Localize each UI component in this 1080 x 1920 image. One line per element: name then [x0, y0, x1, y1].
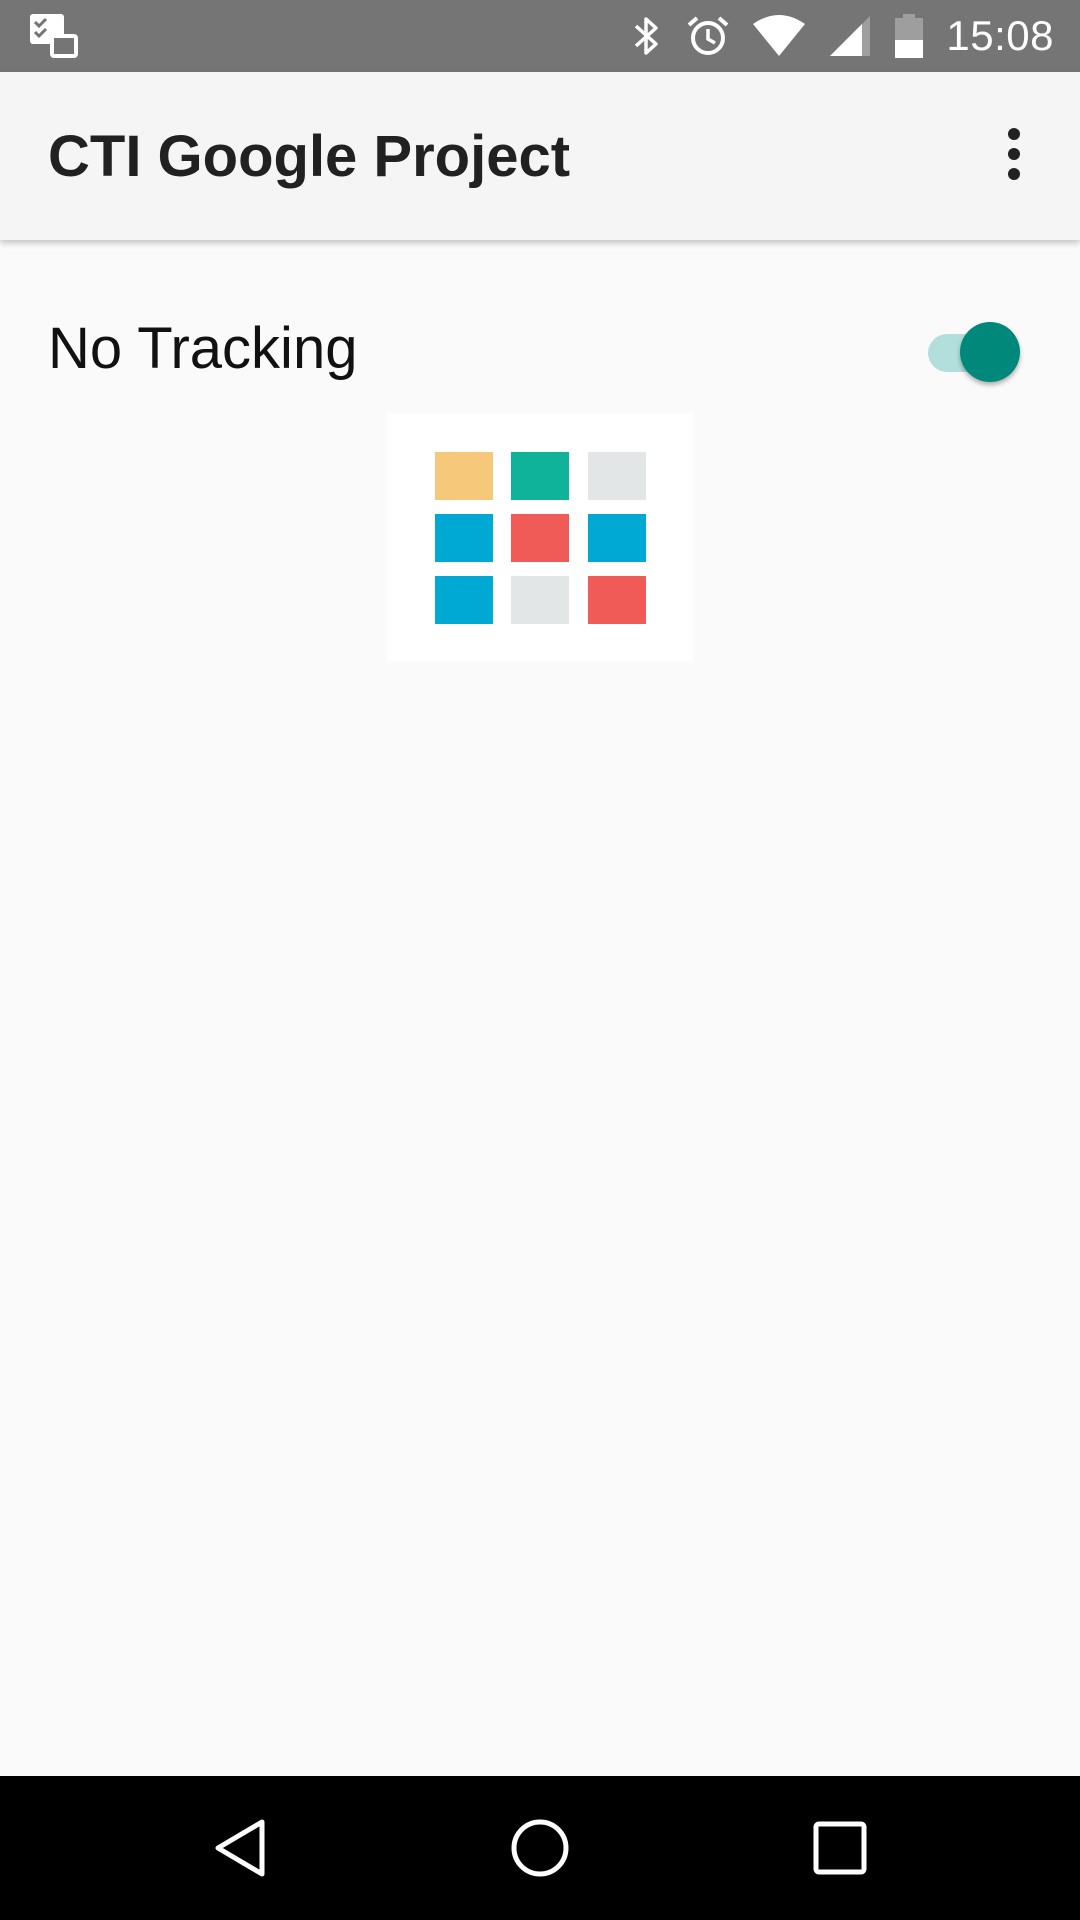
- app-title: CTI Google Project: [48, 124, 571, 189]
- alarm-icon: [688, 16, 729, 55]
- navigation-bar: [0, 1776, 1080, 1920]
- logo-tile: [511, 514, 569, 562]
- tracking-label: No Tracking: [48, 316, 358, 381]
- wifi-icon: [753, 15, 806, 56]
- logo-tile: [588, 452, 646, 500]
- status-bar: 15:08: [0, 0, 1080, 72]
- cellular-signal-icon: [830, 16, 871, 56]
- status-icons: 15:08: [630, 0, 1054, 72]
- notification-stack-icon: [30, 14, 78, 58]
- app-logo: [387, 413, 693, 661]
- logo-tile: [435, 576, 493, 624]
- recents-icon: [813, 1821, 867, 1875]
- app-bar: CTI Google Project: [0, 72, 1080, 240]
- overflow-menu-button[interactable]: [978, 118, 1050, 190]
- battery-icon: [895, 14, 924, 58]
- home-icon: [511, 1819, 569, 1877]
- content: No Tracking: [0, 240, 1080, 1776]
- logo-tile: [588, 576, 646, 624]
- screen: 15:08 CTI Google Project No Tracking: [0, 0, 1080, 1920]
- clock: 15:08: [946, 12, 1054, 59]
- back-icon: [215, 1819, 265, 1877]
- switch-thumb: [960, 322, 1020, 382]
- logo-tile: [511, 452, 569, 500]
- home-button[interactable]: [500, 1808, 580, 1888]
- tracking-switch[interactable]: [924, 320, 1020, 384]
- logo-tile: [588, 514, 646, 562]
- logo-tile: [435, 452, 493, 500]
- bluetooth-icon: [635, 17, 659, 55]
- logo-tile: [435, 514, 493, 562]
- more-vert-icon: [1008, 128, 1020, 180]
- back-button[interactable]: [200, 1808, 280, 1888]
- logo-tile: [511, 576, 569, 624]
- recents-button[interactable]: [800, 1808, 880, 1888]
